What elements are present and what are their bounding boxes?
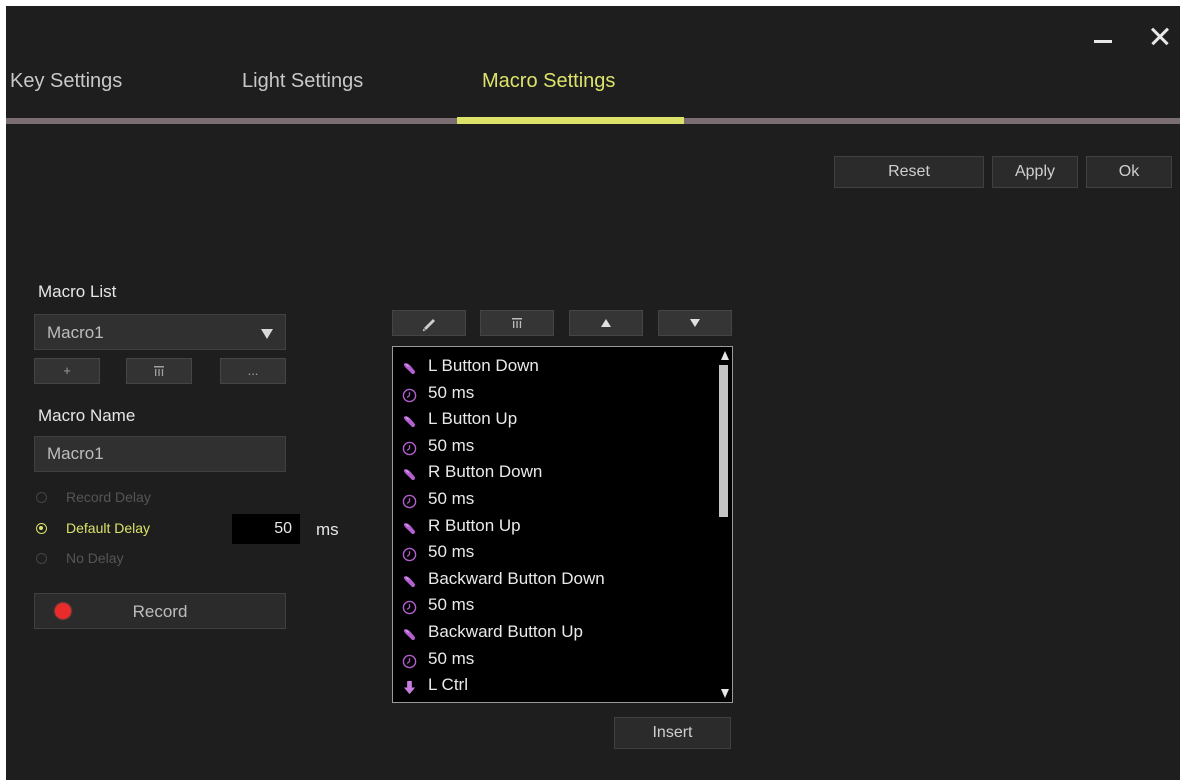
list-item[interactable]: R Button Down	[393, 459, 713, 486]
add-macro-button[interactable]: +	[34, 358, 100, 384]
apply-button[interactable]: Apply	[992, 156, 1078, 188]
delete-event-button[interactable]	[480, 310, 554, 336]
list-item[interactable]: Backward Button Up	[393, 619, 713, 646]
record-label: Record	[132, 602, 188, 621]
no-delay-label: No Delay	[66, 550, 124, 566]
event-text: L Button Up	[428, 409, 518, 429]
event-rows: L Button Down 50 ms L Button Up 50 ms R Butt…	[393, 353, 713, 703]
move-down-button[interactable]	[658, 310, 732, 336]
event-text: 50 ms	[428, 595, 475, 615]
active-tab-indicator	[457, 117, 684, 124]
edit-event-button[interactable]	[392, 310, 466, 336]
ok-button[interactable]: Ok	[1086, 156, 1172, 188]
trash-icon	[512, 318, 522, 328]
radio-circle	[36, 553, 47, 564]
macro-list-dropdown[interactable]: Macro1	[34, 314, 286, 350]
arrow-up-icon	[601, 319, 611, 327]
event-text: 50 ms	[428, 542, 475, 562]
list-item[interactable]: 50 ms	[393, 380, 713, 407]
clock-icon	[402, 544, 417, 562]
clock-icon	[402, 597, 417, 615]
macro-list-selected: Macro1	[47, 323, 104, 342]
mouse-icon	[402, 464, 417, 481]
scroll-down-icon[interactable]	[721, 689, 729, 698]
delay-unit-label: ms	[316, 520, 339, 539]
key-down-icon	[402, 677, 417, 695]
record-button[interactable]: Record	[34, 593, 286, 629]
macro-name-label: Macro Name	[38, 406, 136, 425]
macro-name-input[interactable]	[34, 436, 286, 472]
mouse-icon	[402, 571, 417, 587]
list-item[interactable]: Backward Button Down	[393, 566, 713, 593]
arrow-down-icon	[690, 319, 700, 327]
pencil-icon	[422, 319, 435, 332]
event-text: L Button Down	[428, 356, 539, 375]
clock-icon	[402, 651, 417, 668]
event-text: 50 ms	[428, 382, 475, 402]
list-item[interactable]: L Button Up	[393, 406, 713, 433]
list-item[interactable]: 50 ms	[393, 646, 713, 673]
record-delay-label: Record Delay	[66, 489, 151, 505]
radio-circle	[36, 523, 47, 534]
radio-circle	[36, 492, 47, 503]
list-item[interactable]: L Ctrl	[393, 672, 713, 699]
list-item[interactable]: 50 ms	[393, 699, 713, 703]
event-text: 50 ms	[428, 435, 475, 455]
mouse-icon	[402, 411, 417, 428]
list-item[interactable]: R Button Up	[393, 513, 713, 540]
tab-light-settings[interactable]: Light Settings	[242, 70, 363, 93]
mouse-icon	[402, 358, 417, 375]
event-text: 50 ms	[428, 699, 474, 703]
clock-icon	[402, 385, 417, 402]
event-text: 50 ms	[428, 488, 475, 508]
event-text: 50 ms	[428, 648, 475, 668]
minimize-icon[interactable]	[1088, 20, 1120, 50]
event-text: Backward Button Up	[428, 621, 583, 641]
mouse-icon	[402, 624, 417, 641]
scroll-up-icon[interactable]	[721, 351, 729, 360]
reset-button[interactable]: Reset	[834, 156, 984, 188]
list-item[interactable]: 50 ms	[393, 592, 713, 619]
tab-macro-settings[interactable]: Macro Settings	[482, 70, 615, 93]
macro-event-list[interactable]: L Button Down 50 ms L Button Up 50 ms R Butt…	[392, 346, 733, 703]
move-up-button[interactable]	[569, 310, 643, 336]
close-icon[interactable]	[1144, 20, 1176, 50]
chevron-down-icon	[261, 329, 273, 339]
event-text: R Button Up	[428, 515, 521, 535]
delete-macro-button[interactable]	[126, 358, 192, 384]
list-item[interactable]: 50 ms	[393, 433, 713, 460]
default-delay-label: Default Delay	[66, 520, 151, 536]
list-item[interactable]: L Button Down	[393, 353, 713, 380]
list-item[interactable]: 50 ms	[393, 486, 713, 513]
default-delay-input[interactable]	[232, 514, 300, 544]
list-item[interactable]: 50 ms	[393, 539, 713, 566]
event-text: L Ctrl	[428, 675, 468, 695]
tab-key-settings[interactable]: Key Settings	[10, 70, 122, 93]
macro-settings-window: Key Settings Light Settings Macro Settin…	[6, 6, 1180, 780]
trash-icon	[154, 366, 164, 376]
macro-list-label: Macro List	[38, 282, 117, 301]
insert-button[interactable]: Insert	[614, 717, 731, 749]
clock-icon	[402, 491, 417, 509]
clock-icon	[402, 438, 417, 456]
scrollbar-thumb[interactable]	[719, 365, 728, 517]
event-text: Backward Button Down	[428, 568, 605, 588]
mouse-icon	[402, 518, 417, 534]
event-text: R Button Down	[428, 462, 543, 482]
macro-more-button[interactable]: ...	[220, 358, 286, 384]
